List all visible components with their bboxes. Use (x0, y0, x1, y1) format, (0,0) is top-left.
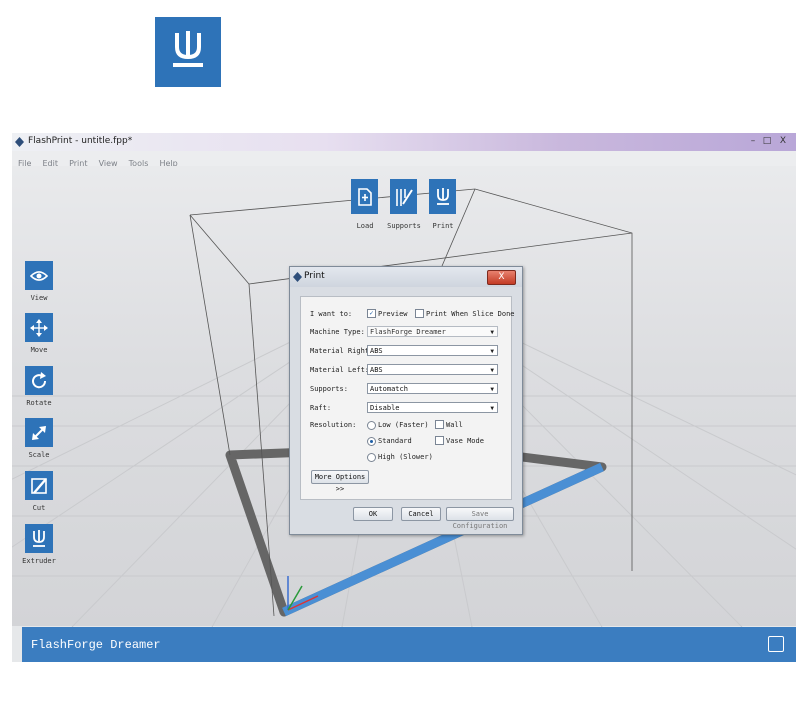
material-left-select[interactable]: ABS ▼ (367, 364, 498, 375)
resolution-label: Resolution: (310, 421, 357, 429)
vase-mode-checkbox[interactable] (435, 436, 444, 445)
print-icon (436, 187, 449, 205)
resolution-standard-radio[interactable] (367, 437, 376, 446)
dialog-close-button[interactable]: X (487, 270, 516, 285)
extruder-icon (155, 17, 221, 87)
material-left-label: Material Left: (310, 366, 370, 374)
rotate-icon (32, 371, 47, 388)
resolution-standard-label: Standard (378, 437, 412, 445)
raft-label: Raft: (310, 404, 332, 412)
material-right-value: ABS (370, 347, 383, 355)
load-icon (357, 187, 372, 206)
load-label: Load (356, 222, 374, 230)
resolution-high-label: High (Slower) (378, 453, 433, 461)
chevron-down-icon: ▼ (490, 405, 494, 412)
minimize-button[interactable]: – (746, 135, 760, 147)
move-icon (30, 318, 48, 337)
menu-bar: File Edit Print View Tools Help (12, 151, 796, 168)
preview-checkbox[interactable]: ✓ (367, 309, 376, 318)
eye-icon (30, 270, 48, 281)
resolution-low-label: Low (Faster) (378, 421, 429, 429)
supports-button[interactable] (390, 179, 417, 214)
material-left-value: ABS (370, 366, 383, 374)
save-configuration-button[interactable]: Save Configuration (446, 507, 514, 530)
chevron-down-icon: ▼ (490, 367, 494, 374)
chevron-down-icon: ▼ (490, 329, 494, 336)
supports-icon (395, 188, 413, 206)
scale-label: Scale (28, 451, 50, 459)
supports-label: Supports: (310, 385, 348, 393)
vase-mode-label: Vase Mode (446, 437, 484, 445)
close-window-button[interactable]: X (776, 135, 790, 147)
want-to-label: I want to: (310, 310, 353, 318)
move-button[interactable] (25, 313, 53, 342)
view-label: View (30, 294, 48, 302)
more-options-button[interactable]: More Options >> (311, 470, 369, 493)
raft-value: Disable (370, 404, 400, 412)
cancel-button[interactable]: Cancel (401, 507, 441, 521)
flashprint-logo-icon (15, 137, 24, 147)
supports-label: Supports (387, 222, 421, 230)
extruder-button[interactable] (25, 524, 53, 553)
wall-checkbox[interactable] (435, 420, 444, 429)
cut-icon (31, 477, 47, 494)
material-right-select[interactable]: ABS ▼ (367, 345, 498, 356)
print-options-panel: I want to: ✓ Preview Print When Slice Do… (300, 296, 515, 500)
cut-button[interactable] (25, 471, 53, 500)
preview-label: Preview (378, 310, 408, 318)
raft-select[interactable]: Disable ▼ (367, 402, 498, 413)
chevron-down-icon: ▼ (490, 348, 494, 355)
print-when-done-label: Print When Slice Done (426, 310, 515, 318)
title-bar: FlashPrint - untitle.fpp* – □ X (12, 133, 796, 151)
scale-icon (32, 425, 46, 440)
status-bar: FlashForge Dreamer (22, 627, 796, 662)
flashprint-window: FlashPrint - untitle.fpp* – □ X File Edi… (12, 133, 796, 662)
supports-select[interactable]: Automatch ▼ (367, 383, 498, 394)
flashprint-logo-icon (293, 272, 302, 282)
machine-type-label: Machine Type: (310, 328, 365, 336)
dialog-title: Print (304, 271, 325, 281)
material-right-label: Material Right: (310, 347, 374, 355)
move-label: Move (30, 346, 48, 354)
extruder-icon (33, 529, 45, 547)
wall-label: Wall (446, 421, 463, 429)
machine-type-value: FlashForge Dreamer (370, 328, 446, 336)
machine-status-icon[interactable] (768, 636, 784, 652)
load-button[interactable] (351, 179, 378, 214)
print-label: Print (432, 222, 454, 230)
view-button[interactable] (25, 261, 53, 290)
rotate-label: Rotate (26, 399, 52, 407)
window-title: FlashPrint - untitle.fpp* (28, 136, 133, 146)
dialog-title-bar: Print X (290, 267, 522, 287)
extruder-label: Extruder (22, 557, 56, 565)
chevron-down-icon: ▼ (490, 386, 494, 393)
print-button[interactable] (429, 179, 456, 214)
machine-type-select[interactable]: FlashForge Dreamer ▼ (367, 326, 498, 337)
print-dialog: Print X I want to: ✓ Preview Print When … (289, 266, 523, 535)
rotate-button[interactable] (25, 366, 53, 395)
maximize-button[interactable]: □ (760, 135, 774, 147)
supports-value: Automatch (370, 385, 408, 393)
resolution-high-radio[interactable] (367, 453, 376, 462)
machine-name: FlashForge Dreamer (31, 638, 161, 652)
resolution-low-radio[interactable] (367, 421, 376, 430)
cut-label: Cut (32, 504, 46, 512)
print-when-done-checkbox[interactable] (415, 309, 424, 318)
scale-button[interactable] (25, 418, 53, 447)
ok-button[interactable]: OK (353, 507, 393, 521)
